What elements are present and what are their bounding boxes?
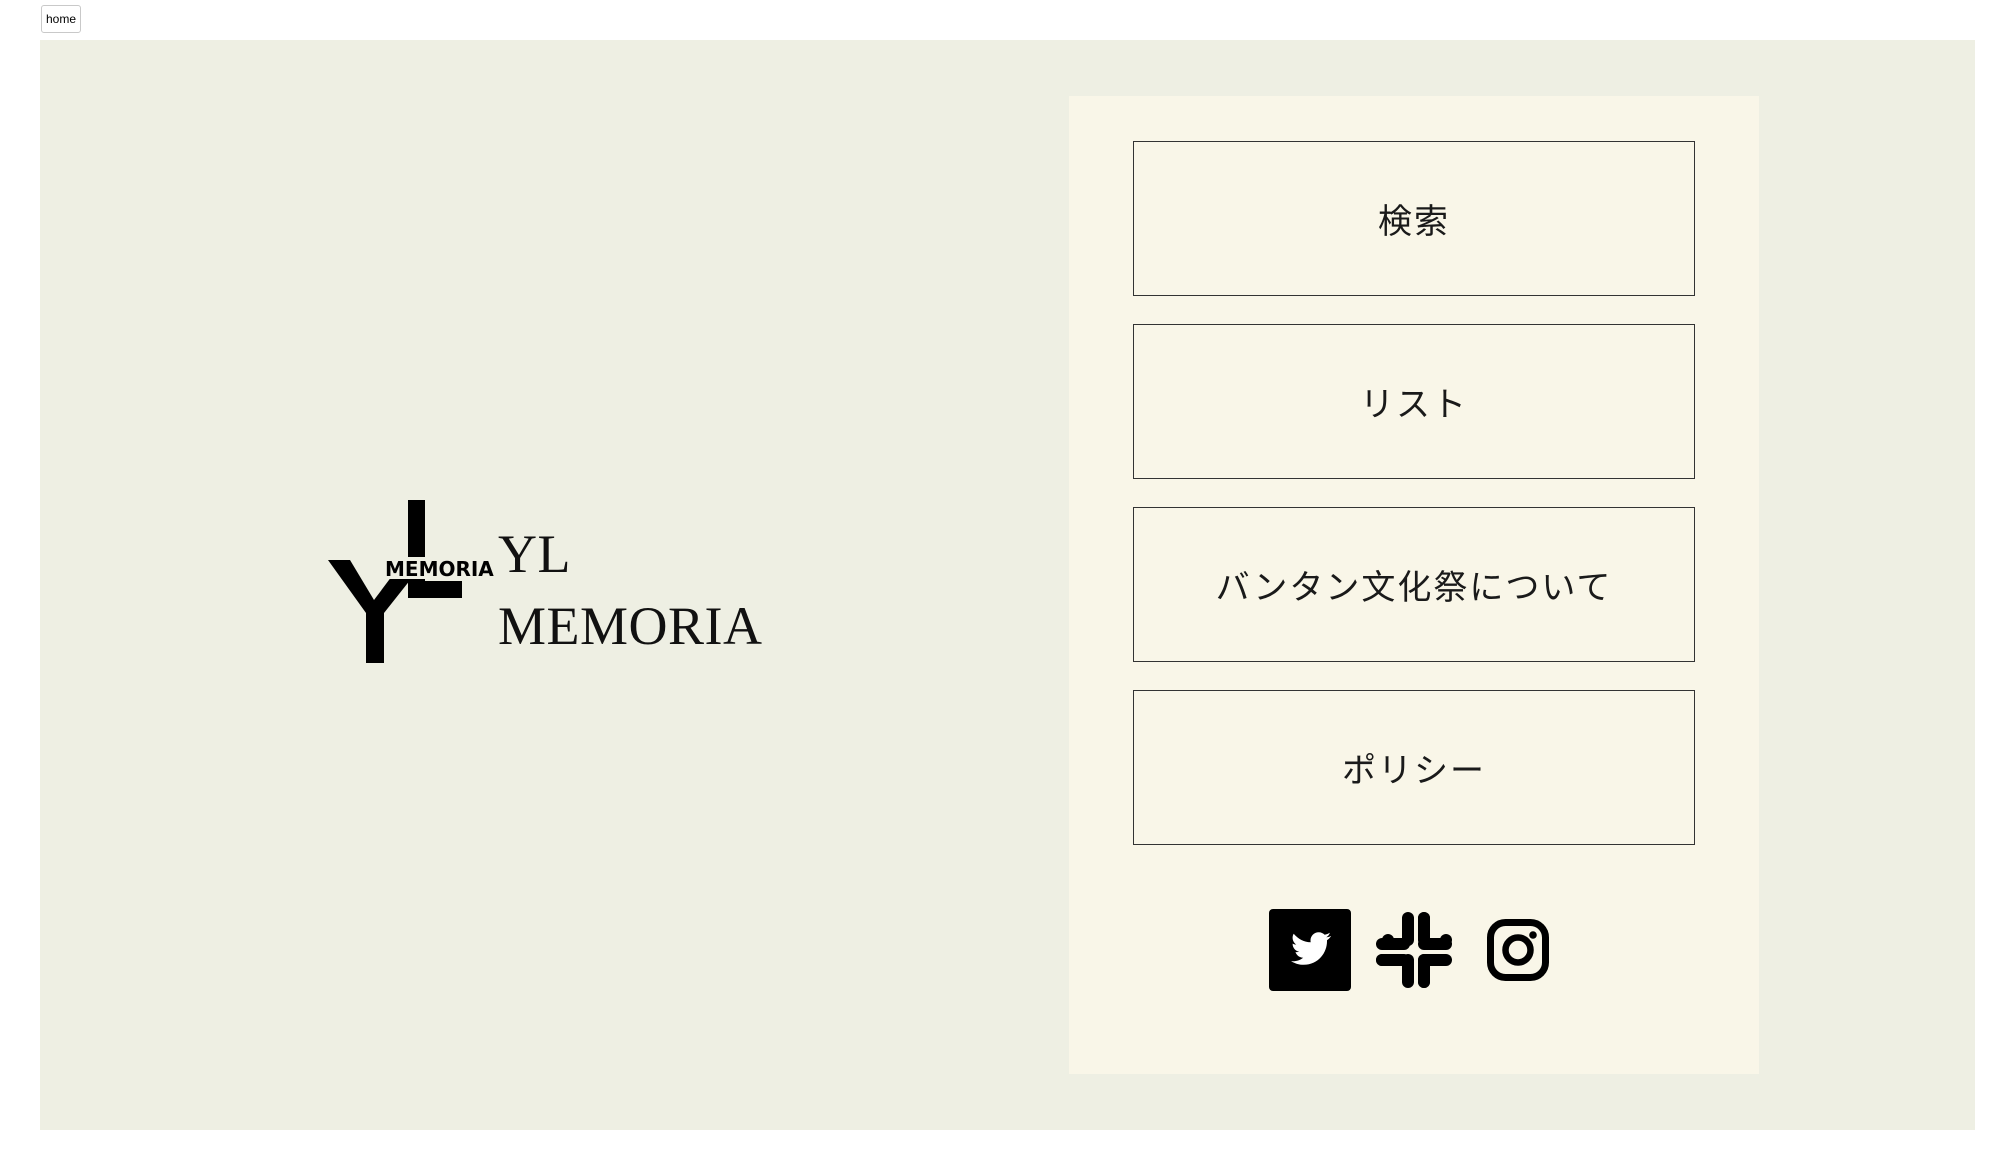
slack-icon <box>1376 912 1452 988</box>
about-festival-button[interactable]: バンタン文化祭について <box>1133 507 1695 662</box>
brand[interactable]: MEMORIA YL MEMORIA <box>328 500 808 700</box>
main-stage: MEMORIA YL MEMORIA 検索 リスト バンタン文化祭について ポリ… <box>40 40 1975 1130</box>
search-button[interactable]: 検索 <box>1133 141 1695 296</box>
twitter-icon <box>1269 909 1351 991</box>
home-button[interactable]: home <box>41 5 81 33</box>
social-links <box>1069 909 1759 991</box>
brand-title-line2: MEMORIA <box>498 596 763 656</box>
menu-panel: 検索 リスト バンタン文化祭について ポリシー <box>1069 96 1759 1074</box>
slack-link[interactable] <box>1373 909 1455 991</box>
logo-wordmark: MEMORIA <box>385 557 494 581</box>
brand-title: YL MEMORIA <box>498 518 763 662</box>
yl-memoria-logo: MEMORIA <box>328 500 495 663</box>
policy-button[interactable]: ポリシー <box>1133 690 1695 845</box>
instagram-link[interactable] <box>1477 909 1559 991</box>
brand-title-line1: YL <box>498 524 571 584</box>
twitter-link[interactable] <box>1269 909 1351 991</box>
list-button[interactable]: リスト <box>1133 324 1695 479</box>
instagram-icon <box>1487 919 1549 981</box>
